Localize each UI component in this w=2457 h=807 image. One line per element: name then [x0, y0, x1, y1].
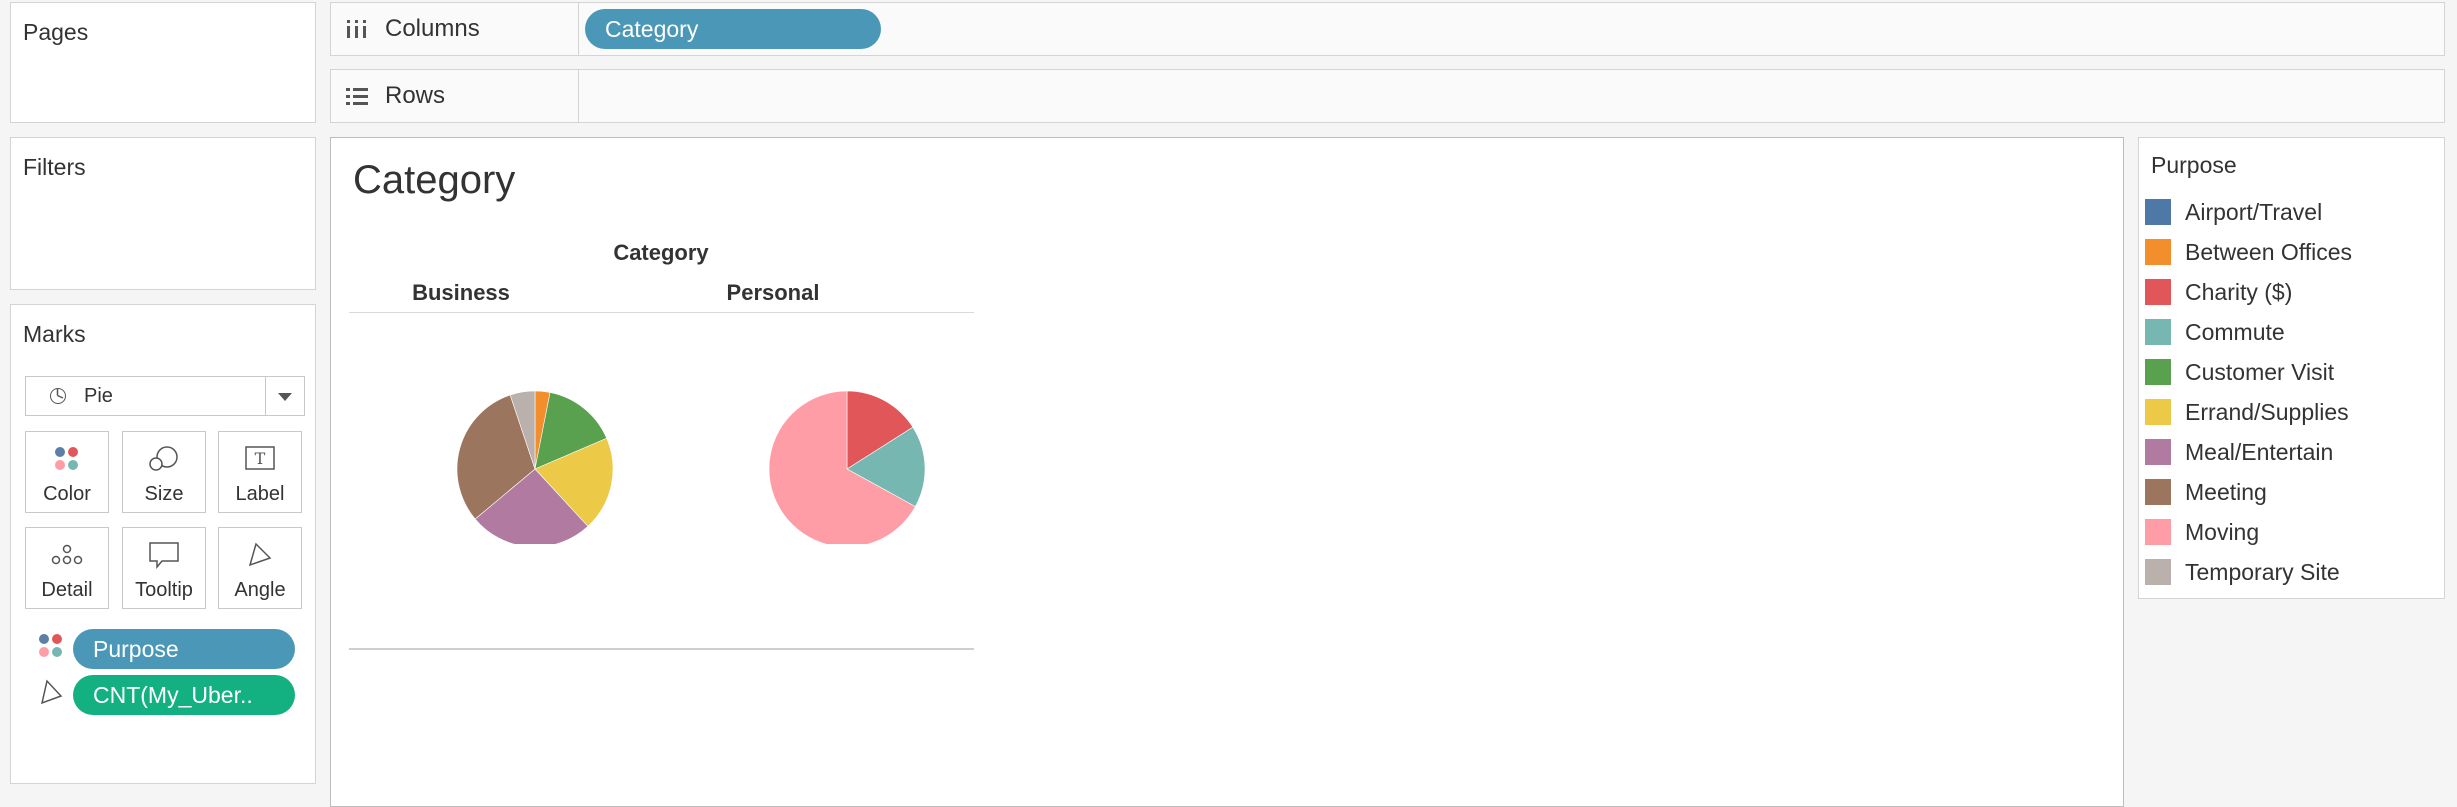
legend-swatch [2145, 199, 2171, 225]
columns-shelf[interactable]: Columns Category [330, 2, 2445, 56]
legend-swatch [2145, 479, 2171, 505]
legend-label: Airport/Travel [2185, 198, 2323, 225]
legend-swatch [2145, 519, 2171, 545]
legend-label: Charity ($) [2185, 278, 2293, 305]
mark-type-dropdown[interactable]: Pie [25, 376, 305, 416]
color-encoding-icon [37, 632, 65, 660]
marks-card: Marks Pie Color Size T Label Detail Tool… [10, 304, 316, 784]
legend-label: Between Offices [2185, 238, 2353, 265]
column-header-business[interactable]: Business [381, 280, 541, 306]
svg-text:T: T [255, 449, 266, 468]
pane-bottom-divider [349, 648, 974, 650]
column-header-group: Category [613, 240, 709, 265]
detail-icon [26, 538, 108, 572]
mark-type-label: Pie [84, 385, 113, 407]
text-label-icon: T [219, 442, 301, 476]
legend-swatch [2145, 439, 2171, 465]
legend-label: Meeting [2185, 478, 2267, 505]
rows-icon [345, 85, 369, 107]
legend-item[interactable]: Meal/Entertain [2145, 435, 2333, 469]
tooltip-icon [123, 538, 205, 572]
legend-swatch [2145, 319, 2171, 345]
legend-swatch [2145, 399, 2171, 425]
legend-item[interactable]: Temporary Site [2145, 555, 2340, 589]
label-button-label: Label [235, 483, 285, 505]
legend-swatch [2145, 279, 2171, 305]
legend-item[interactable]: Between Offices [2145, 235, 2352, 269]
chevron-down-icon[interactable] [265, 377, 304, 415]
rows-label: Rows [385, 82, 446, 109]
label-button[interactable]: T Label [218, 431, 302, 513]
columns-shelf-label: Columns [331, 3, 579, 55]
tooltip-button-label: Tooltip [135, 579, 193, 601]
legend-title: Purpose [2151, 152, 2237, 178]
count-angle-pill[interactable]: CNT(My_Uber.. [73, 675, 295, 715]
legend-item[interactable]: Customer Visit [2145, 355, 2334, 389]
color-icon [26, 442, 108, 476]
angle-icon [219, 538, 301, 572]
pages-title: Pages [23, 19, 89, 45]
filters-title: Filters [23, 154, 86, 180]
legend-swatch [2145, 559, 2171, 585]
viz-title: Category [353, 158, 516, 202]
angle-button[interactable]: Angle [218, 527, 302, 609]
angle-button-label: Angle [234, 579, 286, 601]
pie-icon [50, 388, 66, 404]
size-icon [123, 442, 205, 476]
rows-shelf-label: Rows [331, 70, 579, 122]
legend-item[interactable]: Airport/Travel [2145, 195, 2322, 229]
columns-icon [345, 18, 369, 40]
legend-item[interactable]: Charity ($) [2145, 275, 2292, 309]
detail-button-label: Detail [41, 579, 93, 601]
viz-canvas[interactable]: Category Category Business Personal [330, 137, 2124, 807]
columns-label: Columns [385, 15, 480, 42]
legend-swatch [2145, 239, 2171, 265]
filters-shelf[interactable]: Filters [10, 137, 316, 290]
pages-shelf[interactable]: Pages [10, 2, 316, 123]
header-divider [349, 312, 974, 313]
legend-label: Errand/Supplies [2185, 398, 2349, 425]
color-button[interactable]: Color [25, 431, 109, 513]
category-column-pill[interactable]: Category [585, 9, 881, 49]
angle-encoding-icon [39, 678, 67, 706]
color-button-label: Color [43, 483, 91, 505]
legend-label: Meal/Entertain [2185, 438, 2334, 465]
legend-label: Temporary Site [2185, 558, 2340, 585]
size-button-label: Size [144, 483, 184, 505]
marks-title: Marks [23, 321, 86, 347]
purpose-legend: Purpose Airport/Travel Between Offices Cha… [2138, 137, 2445, 599]
tooltip-button[interactable]: Tooltip [122, 527, 206, 609]
column-header-personal[interactable]: Personal [693, 280, 853, 306]
size-button[interactable]: Size [122, 431, 206, 513]
pie-chart [456, 390, 926, 544]
legend-item[interactable]: Commute [2145, 315, 2285, 349]
legend-label: Customer Visit [2185, 358, 2335, 385]
legend-swatch [2145, 359, 2171, 385]
legend-item[interactable]: Moving [2145, 515, 2259, 549]
rows-shelf[interactable]: Rows [330, 69, 2445, 123]
purpose-color-pill[interactable]: Purpose [73, 629, 295, 669]
legend-label: Moving [2185, 518, 2260, 545]
detail-button[interactable]: Detail [25, 527, 109, 609]
legend-label: Commute [2185, 318, 2285, 345]
legend-item[interactable]: Meeting [2145, 475, 2267, 509]
legend-item[interactable]: Errand/Supplies [2145, 395, 2349, 429]
